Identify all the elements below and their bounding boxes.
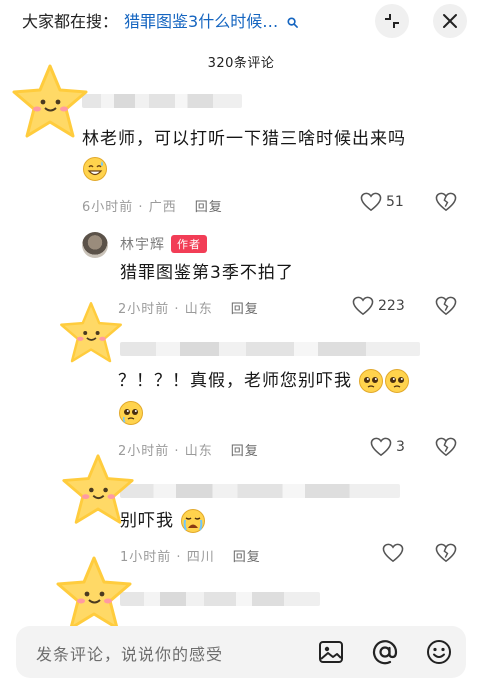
like-button[interactable]: 3: [370, 437, 405, 457]
comment-meta: 2小时前 · 山东 回复: [118, 444, 259, 459]
reply-text: 猎罪图鉴第3季不拍了: [120, 260, 294, 286]
reply-text-content: 猎罪图鉴第3季不拍了: [120, 263, 294, 283]
dislike-button[interactable]: [435, 296, 457, 320]
dislike-button[interactable]: [435, 437, 457, 461]
comment-text-content: 别吓我: [120, 511, 174, 531]
broken-heart-icon: [435, 192, 457, 212]
reply-meta: 2小时前 · 山东 回复: [118, 302, 259, 317]
reply-button[interactable]: 回复: [233, 550, 261, 565]
heart-icon: [370, 437, 392, 457]
image-icon[interactable]: [318, 639, 344, 665]
like-button[interactable]: 223: [352, 296, 405, 316]
comment-text-content: 林老师，可以打听一下猎三啥时候出来吗: [82, 129, 406, 149]
search-prefix: 大家都在搜：: [22, 12, 119, 31]
comment-text: ？！？！真假，老师您别吓我: [118, 368, 410, 394]
emoji-icon[interactable]: [426, 639, 452, 665]
search-query-link[interactable]: 猎罪图鉴3什么时候…: [124, 12, 278, 31]
comment-input-bar[interactable]: 发条评论，说说你的感受: [16, 626, 466, 678]
reply-button[interactable]: 回复: [231, 444, 259, 459]
comment-location: 广西: [148, 200, 177, 215]
dislike-button[interactable]: [435, 543, 457, 567]
like-count: 51: [386, 194, 404, 210]
like-button[interactable]: [382, 543, 404, 567]
comment-count-title: 320条评论: [207, 56, 275, 71]
blurred-username: [120, 592, 320, 606]
shrink-button[interactable]: [375, 4, 409, 38]
search-icon: [287, 17, 299, 28]
reply-button[interactable]: 回复: [231, 302, 259, 317]
shrink-icon: [385, 14, 399, 28]
like-count: 223: [378, 298, 405, 314]
crying-face-emoji: [181, 509, 206, 533]
pleading-face-emoji: [118, 400, 144, 430]
author-badge: 作者: [171, 235, 207, 253]
close-icon: [443, 14, 457, 28]
close-button[interactable]: [433, 4, 467, 38]
heart-icon: [382, 543, 404, 563]
broken-heart-icon: [435, 543, 457, 563]
broken-heart-icon: [435, 437, 457, 457]
author-name[interactable]: 林宇辉: [120, 237, 165, 253]
comment-time: 1小时前: [120, 550, 172, 565]
comment-meta: 1小时前 · 四川 回复: [120, 550, 261, 565]
comment-input-placeholder[interactable]: 发条评论，说说你的感受: [36, 641, 223, 665]
comment-meta: 6小时前 · 广西 回复: [82, 200, 223, 215]
mention-icon[interactable]: [372, 639, 398, 665]
comment-location: 四川: [186, 550, 215, 565]
comment-text: 别吓我: [120, 508, 206, 534]
reply-time: 2小时前: [118, 302, 170, 317]
author-avatar[interactable]: [82, 232, 108, 258]
search-suggestion[interactable]: 大家都在搜： 猎罪图鉴3什么时候…: [22, 10, 299, 34]
comment-text-content: ？！？！真假，老师您别吓我: [118, 371, 352, 391]
sweat-smile-emoji: [82, 156, 108, 186]
dislike-button[interactable]: [435, 192, 457, 216]
comment-time: 2小时前: [118, 444, 170, 459]
heart-icon: [360, 192, 382, 212]
pleading-face-emoji: [385, 369, 410, 393]
author-header: 林宇辉 作者: [120, 234, 207, 254]
comment-text: 林老师，可以打听一下猎三啥时候出来吗: [82, 126, 462, 152]
reply-location: 山东: [184, 302, 213, 317]
comment-location: 山东: [184, 444, 213, 459]
star-sticker-icon: [8, 62, 92, 146]
blurred-username: [120, 484, 400, 498]
heart-icon: [352, 296, 374, 316]
reply-button[interactable]: 回复: [195, 200, 223, 215]
star-sticker-icon: [56, 300, 126, 370]
blurred-username: [120, 342, 420, 356]
like-button[interactable]: 51: [360, 192, 404, 212]
broken-heart-icon: [435, 296, 457, 316]
pleading-face-emoji: [359, 369, 384, 393]
comment-time: 6小时前: [82, 200, 134, 215]
blurred-username: [82, 94, 242, 108]
like-count: 3: [396, 439, 405, 455]
